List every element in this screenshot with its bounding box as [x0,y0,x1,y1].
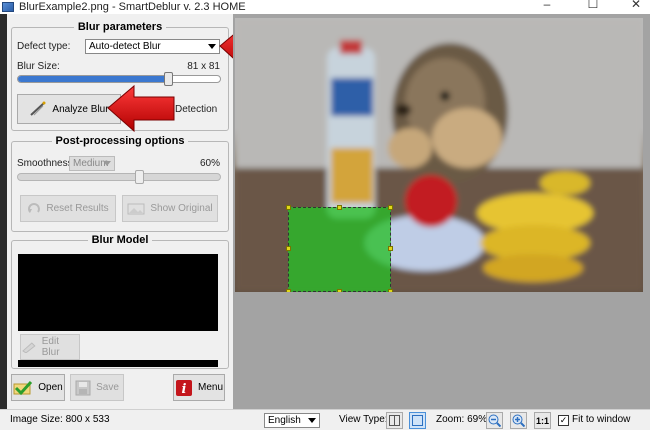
open-button[interactable]: Open [11,374,65,401]
smoothness-value: 60% [199,158,220,169]
smoothness-label: Smoothness: [17,158,76,169]
svg-text:i: i [182,382,187,397]
blur-model-canvas-bottom [18,360,218,367]
language-value: English [268,415,301,426]
image-view-area[interactable] [233,14,650,409]
reset-icon [28,202,41,213]
left-control-panel: Blur parameters Defect type: Auto-detect… [7,14,233,409]
reset-results-label: Reset Results [46,203,109,214]
smoothness-slider[interactable] [17,173,221,181]
fit-to-window-checkbox[interactable]: ✓ [558,415,569,426]
post-processing-title: Post-processing options [51,135,189,147]
app-icon [2,2,14,12]
detection-text: Detection [175,104,218,115]
split-view-icon [389,415,400,426]
blurred-photo[interactable] [235,18,643,292]
red-pointer-arrow-icon [107,84,175,133]
selection-handle[interactable] [388,289,393,292]
view-type-label: View Type: [339,414,388,425]
background-desktop-strip [0,14,7,409]
edit-blur-button[interactable]: Edit Blur [20,334,80,360]
blur-size-value: 81 x 81 [187,61,220,72]
open-label: Open [38,382,63,393]
single-view-icon [412,415,423,426]
edit-pencil-icon [22,342,36,353]
dropdown-arrow-icon [103,161,111,166]
zoom-in-icon [512,414,525,427]
blur-model-group: Blur Model Edit Blur [11,234,229,369]
blur-size-label: Blur Size: [17,61,60,72]
post-processing-group: Post-processing options Smoothness: Medi… [11,135,229,232]
selection-handle[interactable] [337,205,342,210]
show-original-label: Show Original [150,203,213,214]
save-label: Save [96,382,119,393]
selection-handle[interactable] [286,246,291,251]
info-icon: i [175,379,192,397]
open-check-icon [13,380,33,395]
show-original-button[interactable]: Show Original [122,195,218,222]
zoom-level-text: Zoom: 69% [436,414,488,425]
selection-handle[interactable] [286,205,291,210]
reset-results-button[interactable]: Reset Results [20,195,116,222]
view-type-split-button[interactable] [386,412,403,429]
title-bar: BlurExample2.png - SmartDeblur v. 2.3 HO… [0,0,650,14]
blur-model-title: Blur Model [87,234,153,246]
menu-label: Menu [197,382,223,393]
defect-type-label: Defect type: [17,41,71,52]
dropdown-arrow-icon [208,44,216,49]
analyze-blur-label: Analyze Blur [52,103,109,115]
smoothness-mode-select[interactable]: Medium [69,156,115,171]
floppy-disk-icon [75,380,91,395]
defect-type-select[interactable]: Auto-detect Blur [85,39,220,54]
maximize-button[interactable]: ☐ [573,0,613,13]
analysis-selection-box[interactable] [286,205,393,292]
smoothness-slider-thumb[interactable] [135,170,144,184]
defect-type-value: Auto-detect Blur [89,41,161,52]
close-button[interactable]: ✕ [616,0,650,13]
picture-icon [127,203,145,214]
zoom-in-button[interactable] [510,412,527,429]
edit-blur-label: Edit Blur [41,336,60,358]
selection-handle[interactable] [388,205,393,210]
language-select[interactable]: English [264,413,320,428]
selection-handle[interactable] [388,246,393,251]
image-size-text: Image Size: 800 x 533 [10,414,110,425]
blur-model-canvas [18,254,218,331]
status-bar: Image Size: 800 x 533 English View Type:… [0,409,650,430]
actual-size-button[interactable]: 1:1 [534,412,551,429]
zoom-out-button[interactable] [486,412,503,429]
save-button[interactable]: Save [70,374,124,401]
dropdown-arrow-icon [308,418,316,423]
minimize-button[interactable]: – [527,0,567,13]
selection-handle[interactable] [286,289,291,292]
menu-button[interactable]: i Menu [173,374,225,401]
blur-size-fill [18,76,169,82]
fit-to-window-label: Fit to window [572,414,631,425]
blur-size-slider[interactable] [17,75,221,83]
zoom-out-icon [488,414,501,427]
view-type-single-button[interactable] [409,412,426,429]
blur-parameters-title: Blur parameters [73,21,167,33]
selection-handle[interactable] [337,289,342,292]
analyze-wand-icon [30,101,46,116]
window-title: BlurExample2.png - SmartDeblur v. 2.3 HO… [19,1,246,13]
